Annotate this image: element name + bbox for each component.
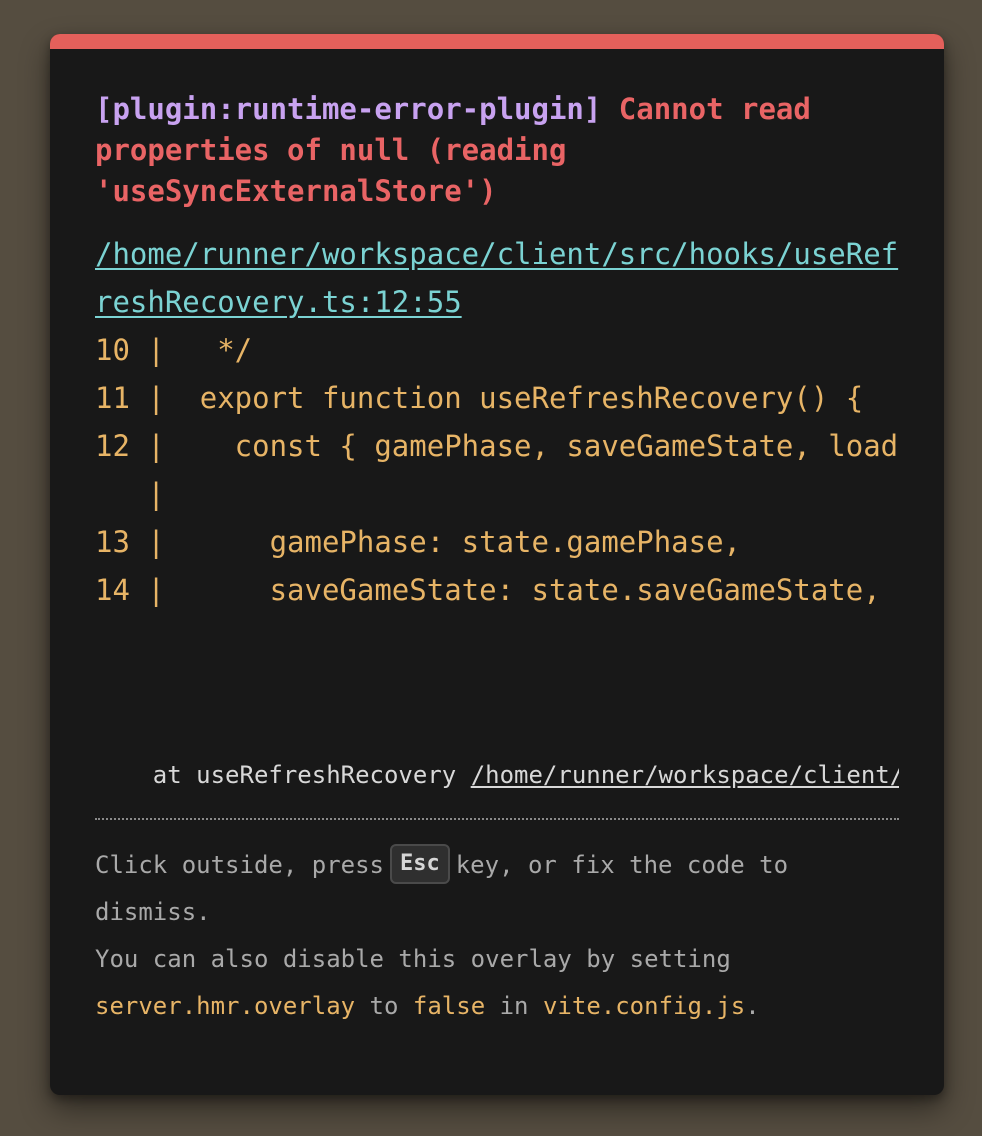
tip-text: . bbox=[745, 992, 760, 1020]
code-frame-line: | bbox=[95, 477, 165, 511]
stack-prefix: at useRefreshRecovery bbox=[95, 761, 471, 789]
config-file: vite.config.js bbox=[542, 992, 746, 1020]
tip-text: in bbox=[499, 992, 529, 1020]
code-frame-line: 13 | gamePhase: state.gamePhase, bbox=[95, 525, 742, 559]
error-accent-bar bbox=[50, 34, 944, 49]
error-file-link[interactable]: /home/runner/workspace/client/src/hooks/… bbox=[95, 230, 899, 326]
esc-key-badge: Esc bbox=[389, 844, 450, 884]
code-frame-line: 14 | saveGameState: state.saveGameState, bbox=[95, 573, 881, 607]
config-value: false bbox=[412, 992, 486, 1020]
plugin-label: [plugin:runtime-error-plugin] bbox=[95, 92, 602, 126]
error-overlay: [plugin:runtime-error-plugin] Cannot rea… bbox=[50, 34, 944, 1095]
stack-trace: at useRefreshRecovery /home/runner/works… bbox=[95, 758, 899, 792]
tip-text: to bbox=[369, 992, 399, 1020]
stack-file-link[interactable]: /home/runner/workspace/client/src/hooks/… bbox=[471, 761, 899, 789]
config-key: server.hmr.overlay bbox=[95, 992, 356, 1020]
code-frame-line: 12 | const { gamePhase, saveGameState, l… bbox=[95, 429, 899, 463]
error-content: [plugin:runtime-error-plugin] Cannot rea… bbox=[95, 89, 899, 1030]
tip-text: You can also disable this overlay by set… bbox=[95, 945, 731, 973]
divider bbox=[95, 818, 899, 820]
dismiss-tip: Click outside, press Esc key, or fix the c… bbox=[95, 842, 899, 1030]
tip-text: Click outside, press bbox=[95, 851, 384, 879]
error-message: [plugin:runtime-error-plugin] Cannot rea… bbox=[95, 89, 899, 212]
code-frame-line: 11 | export function useRefreshRecovery(… bbox=[95, 381, 864, 415]
code-frame: 10 | */ 11 | export function useRefreshRe… bbox=[95, 326, 899, 614]
code-frame-line: 10 | */ bbox=[95, 333, 253, 367]
